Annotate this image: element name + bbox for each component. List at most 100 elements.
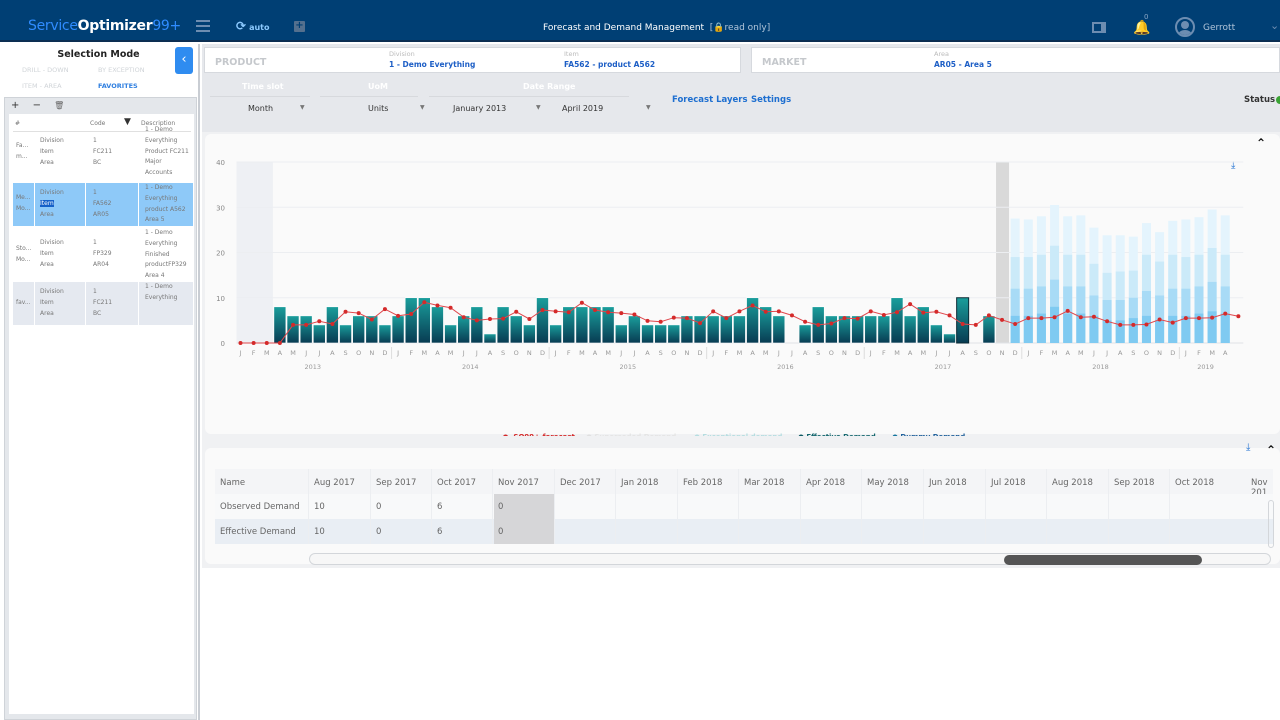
column-header[interactable]: Aug 2018 — [1052, 478, 1093, 488]
table-cell[interactable]: 0 — [498, 527, 503, 537]
effective-demand-bar — [339, 324, 352, 344]
x-tick-label: J — [869, 349, 872, 357]
remove-favorite-button[interactable]: − — [33, 100, 41, 111]
forecast-point — [1026, 316, 1031, 321]
market-context[interactable]: MARKET Area AR05 - Area 5 — [751, 47, 1280, 73]
x-tick-label: S — [343, 349, 347, 357]
panel-toggle-icon[interactable] — [1092, 22, 1106, 33]
add-tab-icon[interactable]: + — [294, 21, 305, 32]
app-logo[interactable]: ServiceOptimizer99+ — [28, 18, 181, 34]
x-tick-label: J — [462, 349, 465, 357]
column-header-code[interactable]: Code — [90, 120, 105, 127]
column-header-index: # — [15, 120, 21, 127]
forecast-layers-link[interactable]: Forecast Layers — [672, 95, 748, 105]
forecast-point — [1196, 316, 1201, 321]
effective-demand-bar — [549, 324, 562, 344]
collapse-table-icon[interactable]: ⌃ — [1266, 443, 1276, 457]
bell-icon[interactable]: 🔔 — [1133, 20, 1150, 36]
column-header[interactable]: May 2018 — [867, 478, 909, 488]
table-cell[interactable]: 0 — [376, 502, 381, 512]
column-header[interactable]: Sep 2017 — [376, 478, 416, 488]
column-header[interactable]: Dec 2017 — [560, 478, 601, 488]
forecast-point — [1065, 308, 1070, 313]
column-header[interactable]: Oct 2018 — [1175, 478, 1214, 488]
forecast-point — [343, 309, 348, 314]
time-slot-select[interactable]: Month — [248, 104, 273, 113]
item-value[interactable]: FA562 - product A562 — [564, 60, 655, 69]
horizontal-scrollbar[interactable] — [309, 553, 1271, 565]
favorites-table: # Code ▼ Description Fa... m... Division I… — [9, 114, 194, 714]
column-header[interactable]: Apr 2018 — [806, 478, 845, 488]
effective-demand-bar — [982, 315, 996, 344]
column-header[interactable]: Feb 2018 — [683, 478, 722, 488]
caret-down-icon[interactable]: ▼ — [646, 104, 651, 111]
column-header[interactable]: Jan 2018 — [621, 478, 658, 488]
mode-by-exception[interactable]: BY EXCEPTION — [98, 66, 145, 74]
filter-area: PRODUCT Division 1 - Demo Everything Ite… — [202, 44, 1280, 132]
username[interactable]: Gerrott — [1203, 23, 1235, 33]
table-cell[interactable]: 0 — [376, 527, 381, 537]
favorite-row[interactable]: Sto... Mo... Division Item Area 1 FP329 AR04 … — [13, 228, 193, 281]
scrollbar-thumb[interactable] — [1004, 555, 1202, 565]
date-from-select[interactable]: January 2013 — [453, 104, 506, 113]
x-tick-label: D — [1013, 349, 1018, 357]
mode-favorites[interactable]: FAVORITES — [98, 82, 138, 90]
date-to-select[interactable]: April 2019 — [562, 104, 603, 113]
caret-down-icon[interactable]: ▼ — [536, 104, 541, 111]
column-header[interactable]: Jul 2018 — [991, 478, 1026, 488]
table-cell[interactable]: 10 — [314, 527, 325, 537]
forecast-point — [632, 312, 637, 317]
area-value[interactable]: AR05 - Area 5 — [934, 60, 992, 69]
table-cell[interactable]: 0 — [498, 502, 503, 512]
favorite-row-selected[interactable]: Me... Mo... Division Item Area 1 FA562 AR05 1… — [13, 183, 193, 226]
download-table-icon[interactable]: ⤓ — [1246, 442, 1250, 453]
x-tick-label: N — [369, 349, 374, 357]
collapse-sidebar-button[interactable]: ‹ — [175, 47, 193, 74]
forecast-point — [973, 322, 978, 327]
trash-icon[interactable]: 🗑 — [54, 101, 64, 110]
column-divider — [554, 469, 555, 544]
product-context[interactable]: PRODUCT Division 1 - Demo Everything Ite… — [204, 47, 741, 73]
x-tick-label: O — [514, 349, 519, 357]
forecast-point — [868, 309, 873, 314]
caret-down-icon[interactable]: ▼ — [300, 104, 305, 111]
vertical-scrollbar[interactable] — [1268, 500, 1274, 548]
column-header[interactable]: Mar 2018 — [744, 478, 784, 488]
add-favorite-button[interactable]: + — [11, 100, 19, 111]
column-header[interactable]: Nov 2017 — [498, 478, 539, 488]
effective-demand-bar — [733, 315, 746, 344]
column-header[interactable]: Jun 2018 — [929, 478, 967, 488]
x-tick-label: J — [304, 349, 307, 357]
x-tick-label: J — [475, 349, 478, 357]
column-header[interactable]: Oct 2017 — [437, 478, 476, 488]
table-cell[interactable]: 6 — [437, 502, 442, 512]
filter-icon[interactable]: ▼ — [124, 117, 131, 127]
chevron-down-icon[interactable]: ⌄ — [1270, 19, 1279, 32]
effective-demand-bar — [930, 324, 943, 344]
forecast-band-bar — [1089, 315, 1099, 343]
column-header[interactable]: Aug 2017 — [314, 478, 355, 488]
forecast-point — [593, 307, 598, 312]
favorite-row[interactable]: Fa... m... Division Item Area 1 FC211 BC 1 - … — [13, 126, 193, 180]
uom-select[interactable]: Units — [368, 104, 388, 113]
column-header[interactable]: Name — [220, 478, 245, 488]
settings-link[interactable]: Settings — [751, 95, 791, 105]
hamburger-menu-icon[interactable] — [196, 20, 210, 32]
mode-item-area[interactable]: ITEM - AREA — [22, 82, 62, 90]
caret-down-icon[interactable]: ▼ — [420, 104, 425, 111]
x-tick-label: M — [264, 349, 270, 357]
division-value[interactable]: 1 - Demo Everything — [389, 60, 475, 69]
table-cell[interactable]: 6 — [437, 527, 442, 537]
effective-demand-bar — [877, 315, 891, 344]
table-cell[interactable]: 10 — [314, 502, 325, 512]
table-row — [215, 494, 1273, 519]
effective-demand-bar — [588, 306, 602, 344]
x-tick-label: S — [659, 349, 663, 357]
mode-drill-down[interactable]: DRILL - DOWN — [22, 66, 69, 74]
refresh-button[interactable]: ⟳ auto — [236, 19, 269, 33]
column-header[interactable]: Sep 2018 — [1114, 478, 1154, 488]
collapse-chart-icon[interactable]: ⌃ — [1256, 136, 1266, 150]
favorite-row[interactable]: fav... Division Item Area 1 FC211 BC 1 - Dem… — [13, 282, 193, 325]
forecast-point — [829, 321, 834, 326]
avatar[interactable] — [1175, 17, 1195, 37]
